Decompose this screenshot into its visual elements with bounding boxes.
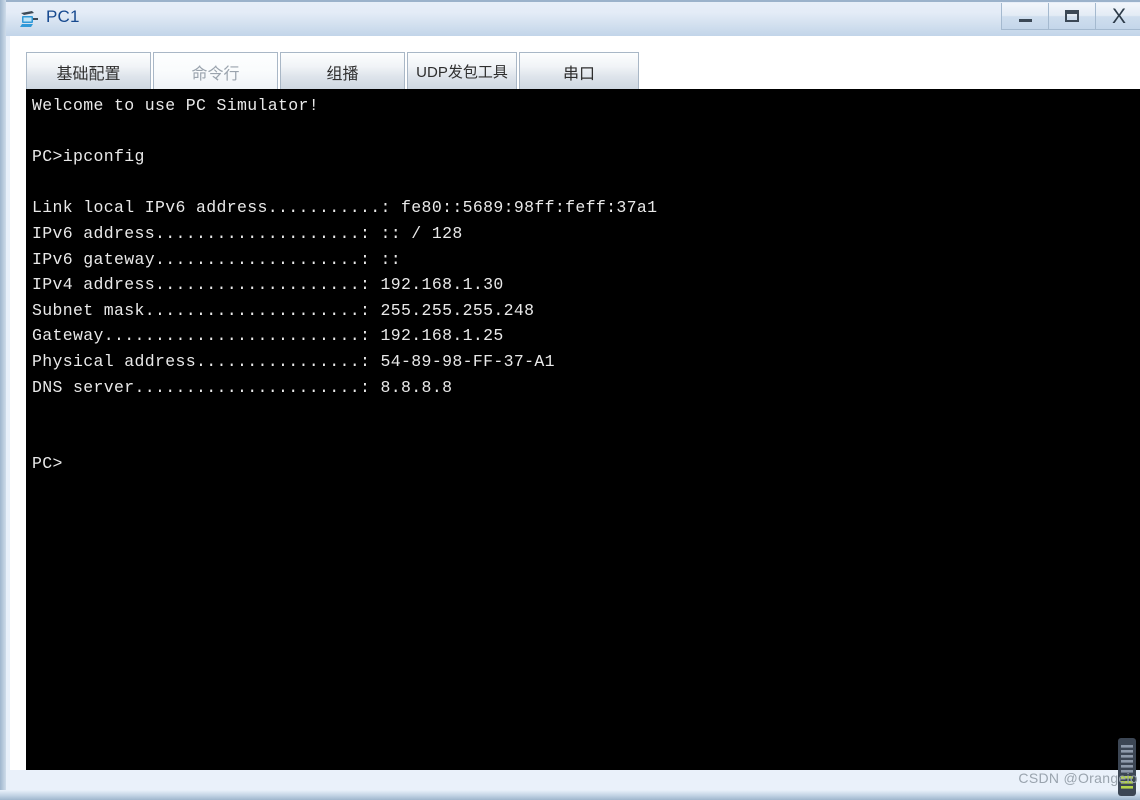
background-network-device-icon bbox=[1114, 736, 1140, 798]
maximize-icon bbox=[1065, 10, 1079, 22]
terminal-output: Welcome to use PC Simulator! PC>ipconfig… bbox=[32, 96, 658, 474]
tab-basic-config-label: 基础配置 bbox=[56, 65, 121, 83]
terminal-console[interactable]: Welcome to use PC Simulator! PC>ipconfig… bbox=[26, 89, 1140, 772]
tab-command-line[interactable]: 命令行 bbox=[153, 52, 278, 90]
pc1-window: PC1 X 基础配置 命令行 组播 UDP发包工具 串口 Welcome to … bbox=[0, 0, 1140, 800]
tab-multicast-label: 组播 bbox=[326, 65, 359, 83]
window-controls: X bbox=[1001, 3, 1140, 30]
tab-serial-port-label: 串口 bbox=[562, 65, 595, 83]
minimize-button[interactable] bbox=[1001, 3, 1048, 30]
tab-udp-tool-label: UDP发包工具 bbox=[416, 64, 508, 81]
minimize-icon bbox=[1018, 19, 1032, 22]
window-bottom-border bbox=[0, 790, 1140, 800]
tab-bar: 基础配置 命令行 组播 UDP发包工具 串口 bbox=[26, 52, 641, 90]
maximize-button[interactable] bbox=[1048, 3, 1095, 30]
title-bar[interactable]: PC1 X bbox=[6, 0, 1140, 36]
watermark-text: CSDN @Orangeio bbox=[1018, 770, 1138, 786]
window-title: PC1 bbox=[46, 7, 80, 26]
tab-basic-config[interactable]: 基础配置 bbox=[26, 52, 151, 90]
window-bottom-panel bbox=[10, 770, 1140, 790]
tab-multicast[interactable]: 组播 bbox=[280, 52, 405, 90]
tab-command-line-label: 命令行 bbox=[191, 65, 240, 83]
tab-serial-port[interactable]: 串口 bbox=[519, 52, 639, 90]
tab-udp-tool[interactable]: UDP发包工具 bbox=[407, 52, 517, 90]
window-client-area: 基础配置 命令行 组播 UDP发包工具 串口 Welcome to use PC… bbox=[10, 36, 1140, 790]
pc-device-icon bbox=[18, 8, 42, 32]
close-button[interactable]: X bbox=[1095, 3, 1140, 30]
close-icon: X bbox=[1111, 4, 1126, 28]
